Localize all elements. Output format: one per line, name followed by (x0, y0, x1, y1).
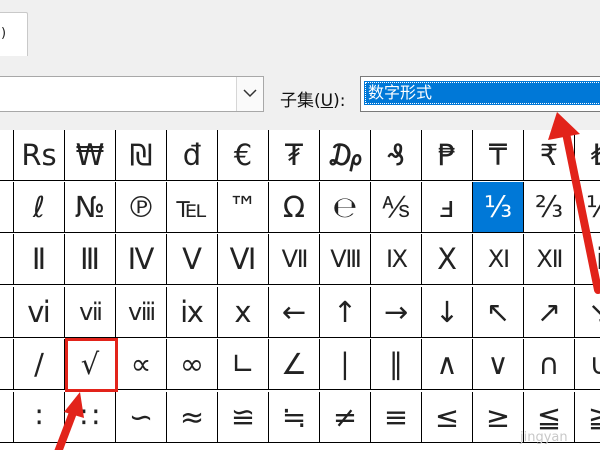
watermark: jingyan (520, 430, 568, 445)
annotation-arrows (54, 112, 600, 450)
arrow-to-subset-icon (548, 112, 600, 294)
arrow-to-sqrt-icon (54, 392, 84, 450)
